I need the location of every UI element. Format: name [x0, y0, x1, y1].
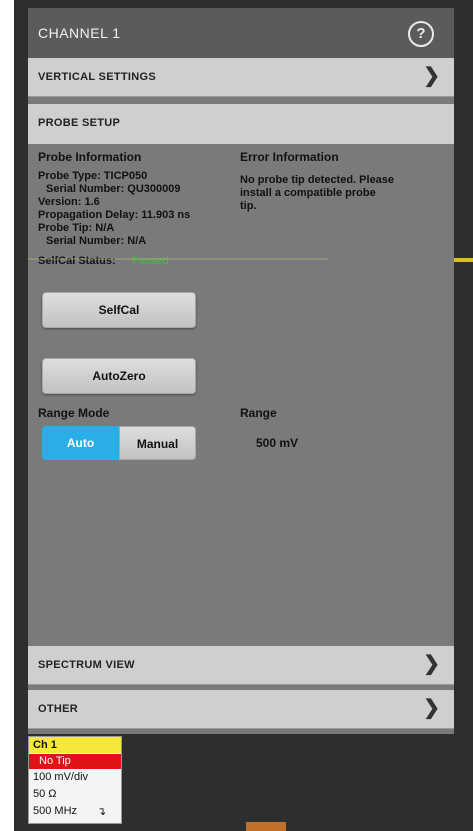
chevron-right-icon: ❯	[423, 653, 440, 675]
help-icon[interactable]: ?	[408, 21, 434, 47]
section-label: SPECTRUM VIEW	[38, 659, 135, 671]
selfcal-button[interactable]: SelfCal	[42, 292, 196, 328]
selfcal-status-label: SelfCal Status:	[38, 255, 116, 267]
error-message-line: install a compatible probe	[240, 187, 376, 199]
range-value: 500 mV	[256, 436, 299, 450]
chevron-right-icon: ❯	[423, 65, 440, 87]
probe-tip: Probe Tip: N/A	[38, 222, 115, 234]
probe-info-heading: Probe Information	[38, 150, 142, 164]
section-vertical-settings[interactable]: VERTICAL SETTINGS ❯	[28, 58, 454, 97]
range-label: Range	[240, 406, 277, 420]
autozero-button[interactable]: AutoZero	[42, 358, 196, 394]
impedance: 50 Ω	[33, 788, 57, 800]
chevron-right-icon: ❯	[423, 697, 440, 719]
probe-serial: Serial Number: QU300009	[46, 183, 181, 195]
waveform-overlay	[28, 258, 328, 260]
vertical-scale: 100 mV/div	[33, 771, 89, 783]
range-mode-auto[interactable]: Auto	[42, 426, 119, 460]
waveform-trace	[452, 258, 473, 262]
probe-tip-serial: Serial Number: N/A	[46, 235, 147, 247]
channel-badge-header: Ch 1	[29, 737, 121, 753]
error-message-line: tip.	[240, 200, 257, 212]
propagation-delay: Propagation Delay: 11.903 ns	[38, 209, 191, 221]
panel-header: CHANNEL 1 ?	[28, 8, 454, 58]
channel-name: Ch 1	[33, 739, 57, 751]
bandwidth-limit-icon: ↴	[97, 806, 107, 818]
channel-settings-panel: CHANNEL 1 ? VERTICAL SETTINGS ❯ PROBE SE…	[28, 8, 454, 734]
range-mode-label: Range Mode	[38, 406, 110, 420]
section-spectrum-view[interactable]: SPECTRUM VIEW ❯	[28, 646, 454, 685]
section-label: PROBE SETUP	[38, 117, 121, 129]
tip-status: No Tip	[29, 754, 121, 769]
bandwidth: 500 MHz	[33, 805, 78, 817]
section-label: VERTICAL SETTINGS	[38, 71, 156, 83]
range-mode-manual[interactable]: Manual	[119, 426, 196, 460]
selfcal-status-value: Passed	[132, 255, 169, 267]
probe-version: Version: 1.6	[38, 196, 100, 208]
section-probe-setup[interactable]: PROBE SETUP	[28, 104, 454, 144]
error-info-heading: Error Information	[240, 150, 339, 164]
scroll-indicator	[246, 822, 286, 831]
panel-title: CHANNEL 1	[38, 25, 121, 41]
probe-type: Probe Type: TICP050	[38, 170, 148, 182]
channel-badge[interactable]: Ch 1 No Tip 100 mV/div 50 Ω 500 MHz ↴	[28, 736, 122, 824]
error-message-line: No probe tip detected. Please	[240, 174, 395, 186]
section-other[interactable]: OTHER ❯	[28, 690, 454, 729]
section-label: OTHER	[38, 703, 78, 715]
